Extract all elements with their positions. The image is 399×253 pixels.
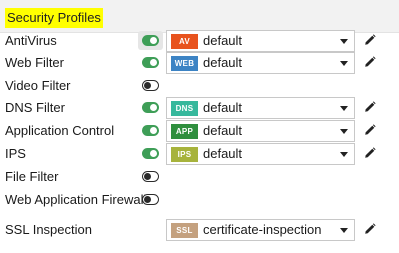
web-application-firewall-toggle[interactable] <box>142 194 159 205</box>
ssl-inspection-row: SSL Inspection SSL certificate-inspectio… <box>0 219 399 241</box>
file-filter-label: File Filter <box>5 169 59 184</box>
caret-down-icon <box>340 61 348 66</box>
dns-filter-row: DNS Filter DNS default <box>0 97 399 119</box>
app-badge: APP <box>171 124 198 139</box>
video-filter-toggle[interactable] <box>142 80 159 91</box>
antivirus-profile-value: default <box>203 33 243 48</box>
web-filter-row: Web Filter WEB default <box>0 52 399 74</box>
dns-filter-profile-value: default <box>203 100 243 115</box>
caret-down-icon <box>340 129 348 134</box>
section-header: Security Profiles <box>0 0 399 33</box>
web-filter-label: Web Filter <box>5 55 64 70</box>
pencil-icon[interactable] <box>364 34 376 46</box>
caret-down-icon <box>340 39 348 44</box>
web-badge: WEB <box>171 56 198 71</box>
video-filter-row: Video Filter <box>0 75 399 97</box>
video-filter-label: Video Filter <box>5 78 71 93</box>
ssl-inspection-profile-value: certificate-inspection <box>203 222 322 237</box>
ips-label: IPS <box>5 146 26 161</box>
antivirus-profile-select[interactable]: AV default <box>166 30 355 52</box>
pencil-icon[interactable] <box>364 223 376 235</box>
application-control-profile-select[interactable]: APP default <box>166 120 355 142</box>
file-filter-toggle[interactable] <box>142 171 159 182</box>
pencil-icon[interactable] <box>364 101 376 113</box>
ips-profile-select[interactable]: IPS default <box>166 143 355 165</box>
ssl-inspection-label: SSL Inspection <box>5 222 92 237</box>
application-control-row: Application Control APP default <box>0 120 399 142</box>
caret-down-icon <box>340 152 348 157</box>
application-control-profile-value: default <box>203 123 243 138</box>
dns-filter-label: DNS Filter <box>5 100 65 115</box>
application-control-label: Application Control <box>5 123 115 138</box>
ips-badge: IPS <box>171 147 198 162</box>
web-filter-toggle[interactable] <box>142 57 159 68</box>
web-filter-profile-select[interactable]: WEB default <box>166 52 355 74</box>
file-filter-row: File Filter <box>0 166 399 188</box>
antivirus-row: AntiVirus AV default <box>0 30 399 52</box>
antivirus-label: AntiVirus <box>5 33 57 48</box>
pencil-icon[interactable] <box>364 124 376 136</box>
av-badge: AV <box>171 34 198 49</box>
section-title: Security Profiles <box>5 8 103 28</box>
ssl-inspection-profile-select[interactable]: SSL certificate-inspection <box>166 219 355 241</box>
pencil-icon[interactable] <box>364 56 376 68</box>
dns-filter-toggle[interactable] <box>142 102 159 113</box>
ssl-badge: SSL <box>171 223 198 238</box>
web-application-firewall-row: Web Application Firewall <box>0 189 399 211</box>
caret-down-icon <box>340 106 348 111</box>
antivirus-toggle[interactable] <box>142 35 159 46</box>
pencil-icon[interactable] <box>364 147 376 159</box>
dns-badge: DNS <box>171 101 198 116</box>
web-filter-profile-value: default <box>203 55 243 70</box>
web-application-firewall-label: Web Application Firewall <box>5 192 147 207</box>
ips-row: IPS IPS default <box>0 143 399 165</box>
ips-toggle[interactable] <box>142 148 159 159</box>
dns-filter-profile-select[interactable]: DNS default <box>166 97 355 119</box>
application-control-toggle[interactable] <box>142 125 159 136</box>
caret-down-icon <box>340 228 348 233</box>
ips-profile-value: default <box>203 146 243 161</box>
